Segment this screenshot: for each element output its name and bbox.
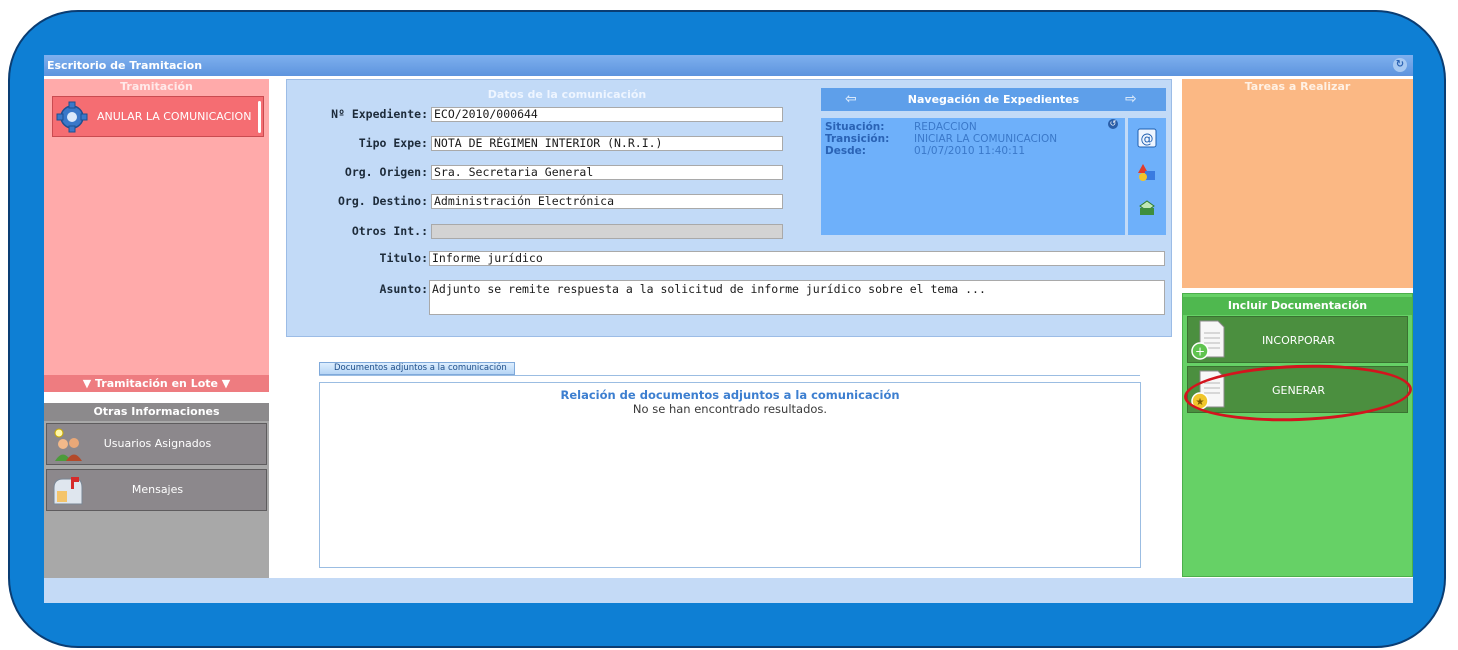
print-icon[interactable] [1137,198,1157,218]
transicion-label: Transición: [825,133,890,145]
org-destino-field[interactable]: Administración Electrónica [431,194,783,209]
otros-int-label: Otros Int.: [351,224,428,238]
anular-handle [258,101,261,133]
tipo-expe-label: Tipo Expe: [358,136,428,150]
otros-int-field[interactable] [431,224,783,239]
asunto-field[interactable]: Adjunto se remite respuesta a la solicit… [429,280,1165,315]
navegacion-title: Navegación de Expedientes [907,93,1080,106]
incluir-documentacion-panel: Incluir Documentación + INCORPORAR ★ GEN… [1182,293,1413,577]
titulo-field[interactable]: Informe jurídico [429,251,1165,266]
incorporar-button[interactable]: + INCORPORAR [1187,316,1408,363]
tareas-panel: Tareas a Realizar [1182,79,1413,288]
tramitacion-panel: Tramitación ANULAR LA COMUNICACION [44,79,269,375]
datos-title: Datos de la comunicación [487,88,647,101]
expediente-label: Nº Expediente: [331,107,428,121]
usuarios-asignados-button[interactable]: Usuarios Asignados [46,423,267,465]
anular-label: ANULAR LA COMUNICACION [97,110,252,123]
expediente-row: Nº Expediente: ECO/2010/000644 [287,107,783,123]
mensajes-button[interactable]: Mensajes [46,469,267,511]
arrow-left-icon[interactable]: ⇦ [845,92,863,106]
titulo-row: Titulo: Informe jurídico [287,251,1165,267]
transicion-value: INICIAR LA COMUNICACION [914,133,1058,145]
app-window: Escritorio de Tramitacion ↻ Tramitación … [44,55,1413,603]
asunto-label: Asunto: [379,282,428,296]
gear-icon [56,101,88,133]
navegacion-actions: @ [1128,118,1166,235]
incluir-title: Incluir Documentación [1183,297,1412,315]
expediente-field[interactable]: ECO/2010/000644 [431,107,783,122]
anular-comunicacion-button[interactable]: ANULAR LA COMUNICACION [52,96,264,137]
situacion-refresh-icon[interactable]: ↺ [1108,119,1118,129]
title-bar: Escritorio de Tramitacion ↻ [44,55,1413,76]
documentos-empty-message: No se han encontrado resultados. [632,402,828,416]
org-origen-label: Org. Origen: [344,165,428,179]
arrow-right-icon[interactable]: ⇨ [1125,92,1143,106]
tramitacion-lote-toggle[interactable]: ▼ Tramitación en Lote ▼ [44,375,269,392]
window-title: Escritorio de Tramitacion [47,59,203,72]
email-icon[interactable]: @ [1137,128,1157,148]
asunto-row: Asunto: Adjunto se remite respuesta a la… [287,280,1165,315]
titulo-label: Titulo: [379,251,428,265]
desde-value: 01/07/2010 11:40:11 [914,145,1026,157]
org-origen-row: Org. Origen: Sra. Secretaria General [287,165,783,181]
usuarios-label: Usuarios Asignados [103,437,212,450]
tab-documentos-adjuntos[interactable]: Documentos adjuntos a la comunicación [319,362,515,375]
situacion-label: Situación: [825,121,885,133]
otras-informaciones-panel: Otras Informaciones Usuarios Asignados M… [44,403,269,600]
documentos-heading: Relación de documentos adjuntos a la com… [560,388,900,402]
tipo-expe-field[interactable]: NOTA DE RÉGIMEN INTERIOR (N.R.I.) [431,136,783,151]
situacion-value: REDACCION [914,121,977,133]
navegacion-expedientes: Navegación de Expedientes ⇦ ⇨ Situación:… [821,88,1168,235]
desde-label: Desde: [825,145,866,157]
org-destino-label: Org. Destino: [337,194,428,208]
navegacion-header: Navegación de Expedientes ⇦ ⇨ [821,88,1166,111]
org-destino-row: Org. Destino: Administración Electrónica [287,194,783,210]
tipo-expe-row: Tipo Expe: NOTA DE RÉGIMEN INTERIOR (N.R… [287,136,783,152]
tareas-title: Tareas a Realizar [1244,80,1351,93]
navegacion-body: Situación: REDACCION Transición: INICIAR… [821,118,1125,235]
documentos-list: Relación de documentos adjuntos a la com… [319,382,1141,568]
refresh-icon[interactable]: ↻ [1393,58,1407,72]
tramitacion-title: Tramitación [120,80,193,93]
otros-int-row: Otros Int.: [287,224,783,240]
org-origen-field[interactable]: Sra. Secretaria General [431,165,783,180]
datos-comunicacion-panel: Datos de la comunicación Nº Expediente: … [286,79,1172,337]
tab-divider [319,375,1140,376]
otras-title: Otras Informaciones [44,403,269,421]
mensajes-label: Mensajes [131,483,184,496]
status-bar [44,578,1413,603]
incorporar-label: INCORPORAR [1261,334,1336,347]
svg-text:@: @ [1141,132,1154,147]
shapes-icon[interactable] [1137,162,1157,182]
